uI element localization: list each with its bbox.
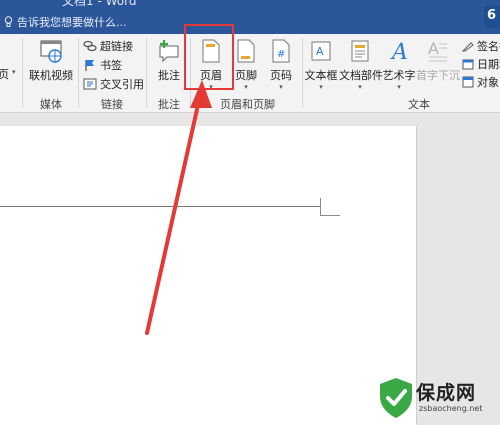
- partial-left-button[interactable]: 页: [0, 66, 9, 82]
- svg-text:A: A: [428, 39, 439, 58]
- calendar-icon: [462, 59, 474, 70]
- partial-left-label: 页: [0, 68, 9, 81]
- date-time-button[interactable]: 日期和: [462, 56, 500, 72]
- footer-icon: [237, 39, 255, 63]
- comment-button[interactable]: 批注: [152, 38, 186, 83]
- group-separator: [146, 38, 147, 108]
- hyperlink-icon: [83, 40, 97, 52]
- signature-line-icon: [462, 42, 474, 52]
- text-group-label: 文本: [408, 98, 430, 111]
- wordart-label: 艺术字: [382, 69, 416, 82]
- online-video-button[interactable]: 联机视频: [28, 38, 74, 83]
- ribbon-insert-tab: 页 ▾ 联机视频 媒体 超链接 书签 交叉引用 链接 批注 批注 页眉 ▾ 页脚…: [0, 34, 500, 113]
- bookmark-button[interactable]: 书签: [83, 57, 122, 73]
- drop-cap-button: A 首字下沉: [416, 38, 460, 83]
- drop-cap-icon: A: [428, 39, 447, 62]
- watermark-brand: 保成网: [416, 382, 477, 404]
- object-button[interactable]: 对象 ▾: [462, 74, 500, 90]
- watermark-url: zsbaocheng.net: [419, 404, 483, 413]
- page-number-dropdown-icon[interactable]: ▾: [264, 83, 298, 91]
- account-badge[interactable]: 6: [484, 6, 500, 28]
- drop-cap-label: 首字下沉: [416, 69, 460, 82]
- account-badge-text: 6: [487, 8, 497, 23]
- quick-parts-label: 文档部件: [339, 69, 383, 82]
- object-label: 对象: [477, 76, 499, 89]
- hyperlink-button[interactable]: 超链接: [83, 38, 133, 54]
- document-page[interactable]: [0, 126, 417, 425]
- wordart-dropdown-icon[interactable]: ▾: [382, 83, 416, 91]
- svg-text:#: #: [277, 49, 285, 60]
- page-number-label: 页码: [270, 69, 292, 82]
- bookmark-flag-icon: [85, 60, 94, 71]
- lightbulb-icon: [4, 16, 13, 27]
- text-box-button[interactable]: A 文本框 ▾: [304, 38, 338, 91]
- comment-label: 批注: [158, 69, 180, 82]
- wordart-icon: A: [390, 40, 408, 65]
- object-icon: [462, 76, 474, 88]
- hyperlink-label: 超链接: [100, 40, 133, 53]
- partial-left-dropdown-icon[interactable]: ▾: [12, 68, 16, 76]
- cross-reference-label: 交叉引用: [100, 78, 144, 91]
- page-number-button[interactable]: # 页码 ▾: [264, 38, 298, 91]
- group-separator: [78, 38, 79, 108]
- cross-reference-icon: [83, 78, 97, 90]
- footer-label: 页脚: [235, 69, 257, 82]
- online-video-label: 联机视频: [29, 69, 73, 82]
- page-number-icon: #: [272, 39, 290, 63]
- wordart-button[interactable]: A 艺术字 ▾: [382, 38, 416, 91]
- footer-dropdown-icon[interactable]: ▾: [229, 83, 263, 91]
- svg-text:A: A: [390, 40, 408, 64]
- online-video-icon: [40, 40, 62, 63]
- header-footer-group-label: 页眉和页脚: [220, 98, 275, 111]
- media-group-label: 媒体: [40, 98, 62, 111]
- quick-parts-dropdown-icon[interactable]: ▾: [339, 83, 381, 91]
- bookmark-label: 书签: [100, 59, 122, 72]
- group-separator: [22, 38, 23, 108]
- group-separator: [302, 38, 303, 108]
- svg-text:A: A: [316, 45, 324, 58]
- watermark: 保成网 zsbaocheng.net: [376, 374, 500, 424]
- highlight-box: [184, 24, 234, 90]
- comments-group-label: 批注: [158, 98, 180, 111]
- date-time-label: 日期和: [477, 58, 500, 71]
- text-box-dropdown-icon[interactable]: ▾: [304, 83, 338, 91]
- new-comment-icon: [159, 40, 179, 63]
- signature-line-button[interactable]: 签名行: [462, 38, 500, 54]
- quick-parts-button[interactable]: 文档部件 ▾: [339, 38, 383, 91]
- tell-me-box[interactable]: 告诉我您想要做什么...: [4, 14, 127, 30]
- margin-corner-mark: [320, 198, 321, 215]
- text-box-label: 文本框: [304, 69, 338, 82]
- links-group-label: 链接: [101, 98, 123, 111]
- footer-button[interactable]: 页脚 ▾: [229, 38, 263, 91]
- window-title: 文档1 - Word: [62, 0, 137, 8]
- signature-line-label: 签名行: [477, 40, 500, 53]
- cross-reference-button[interactable]: 交叉引用: [83, 76, 144, 92]
- quick-parts-icon: [351, 40, 369, 62]
- margin-corner-mark: [320, 215, 340, 216]
- shield-check-icon: [380, 378, 412, 418]
- text-box-icon: A: [311, 41, 331, 61]
- tell-me-placeholder: 告诉我您想要做什么...: [17, 16, 127, 29]
- title-bar: 文档1 - Word 告诉我您想要做什么... 6: [0, 0, 500, 34]
- header-boundary-line: [0, 206, 320, 207]
